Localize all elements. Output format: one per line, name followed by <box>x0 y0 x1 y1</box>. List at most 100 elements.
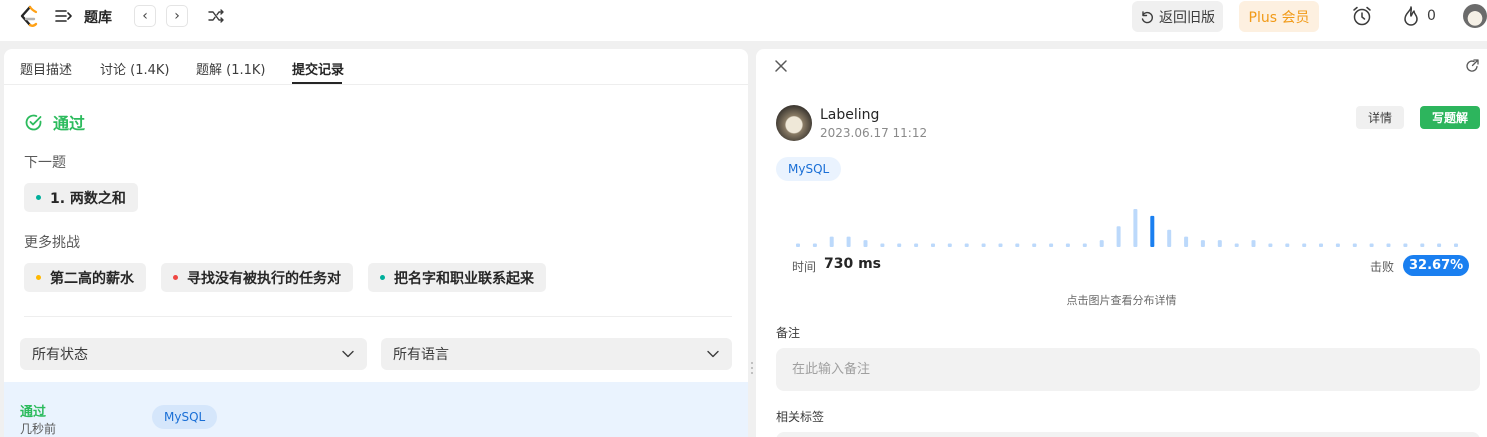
status-filter-value: 所有状态 <box>32 347 88 363</box>
language-filter-value: 所有语言 <box>393 347 449 363</box>
distribution-bar <box>1335 243 1340 247</box>
alarm-clock-icon[interactable] <box>1351 5 1373 27</box>
runtime-label: 时间 <box>792 260 817 274</box>
difficulty-dot <box>173 275 178 280</box>
chevron-down-icon <box>342 350 354 358</box>
right-panel: Labeling 2023.06.17 11:12 详情 写题解 MySQL 时… <box>756 49 1487 437</box>
problem-set-title[interactable]: 题库 <box>84 7 112 27</box>
distribution-bar <box>1437 243 1442 247</box>
distribution-bar <box>1032 243 1037 247</box>
distribution-bar <box>1234 243 1239 247</box>
distribution-bar <box>1251 240 1256 247</box>
tab-description[interactable]: 题目描述 <box>20 59 72 78</box>
panel-resize-handle[interactable] <box>750 360 754 376</box>
distribution-bar <box>1386 243 1391 247</box>
distribution-bar <box>1049 243 1054 247</box>
user-name[interactable]: Labeling <box>820 107 879 123</box>
distribution-bar <box>829 236 834 247</box>
chart-hint: 点击图片查看分布详情 <box>1066 294 1177 307</box>
distribution-bar <box>812 243 817 247</box>
next-problem-heading: 下一题 <box>24 155 66 171</box>
runtime-distribution-chart[interactable] <box>786 199 1466 251</box>
close-icon[interactable] <box>774 59 788 73</box>
difficulty-dot <box>36 195 41 200</box>
submission-status: 通过 <box>24 110 85 134</box>
distribution-bar <box>796 243 800 247</box>
row-language-badge: MySQL <box>152 405 218 429</box>
distribution-bar-current <box>1150 215 1155 247</box>
distribution-bar <box>1268 243 1273 247</box>
beats-percentage-badge: 32.67% <box>1403 255 1470 276</box>
more-challenges-heading: 更多挑战 <box>24 235 80 251</box>
distribution-bar <box>1133 209 1138 247</box>
plus-membership-button[interactable]: Plus 会员 <box>1239 1 1319 32</box>
chevron-down-icon <box>707 350 719 358</box>
open-external-icon[interactable] <box>1465 59 1479 73</box>
distribution-bar <box>846 236 851 247</box>
distribution-bar <box>1420 243 1425 247</box>
divider <box>24 316 732 317</box>
challenge-label: 把名字和职业联系起来 <box>394 270 534 287</box>
challenge-chip[interactable]: 寻找没有被执行的任务对 <box>161 263 353 292</box>
distribution-bar <box>1167 229 1172 247</box>
shuffle-icon[interactable] <box>207 7 225 25</box>
tab-bar: 题目描述 讨论 (1.4K) 题解 (1.1K) 提交记录 <box>4 49 748 85</box>
leetcode-logo-icon[interactable] <box>17 5 39 29</box>
distribution-bar <box>1015 243 1020 247</box>
challenge-chip[interactable]: 第二高的薪水 <box>24 263 146 292</box>
avatar[interactable] <box>1463 4 1487 28</box>
distribution-bar <box>931 243 935 247</box>
left-panel: 题目描述 讨论 (1.4K) 题解 (1.1K) 提交记录 通过 下一题 1. … <box>4 49 748 437</box>
undo-icon <box>1141 10 1153 23</box>
distribution-bar <box>998 243 1003 247</box>
runtime-value: 730 ms <box>824 256 882 272</box>
tab-solutions[interactable]: 题解 (1.1K) <box>196 59 265 78</box>
problem-list-icon[interactable] <box>55 9 73 23</box>
write-solution-button[interactable]: 写题解 <box>1420 106 1480 129</box>
row-time: 几秒前 <box>20 422 57 436</box>
submission-date: 2023.06.17 11:12 <box>820 126 928 140</box>
difficulty-dot <box>380 275 385 280</box>
distribution-bar <box>1099 240 1104 247</box>
next-problem-chip[interactable]: 1. 两数之和 <box>24 183 138 212</box>
old-version-label: 返回旧版 <box>1159 9 1215 26</box>
back-to-old-version-button[interactable]: 返回旧版 <box>1132 1 1223 32</box>
distribution-bar <box>1082 243 1087 247</box>
distribution-bar <box>1454 243 1458 247</box>
distribution-bar <box>947 243 952 247</box>
tab-discussion[interactable]: 讨论 (1.4K) <box>100 59 169 78</box>
details-button[interactable]: 详情 <box>1356 106 1404 129</box>
table-row[interactable]: 通过 几秒前 MySQL <box>4 382 748 437</box>
avatar[interactable] <box>776 105 812 141</box>
distribution-bar <box>1065 243 1070 247</box>
difficulty-dot <box>36 275 41 280</box>
tab-submissions[interactable]: 提交记录 <box>292 59 344 78</box>
streak-fire-icon[interactable] <box>1401 5 1421 27</box>
top-nav: 题库 ‹ › 返回旧版 Plus 会员 0 <box>0 0 1487 41</box>
related-tags-field[interactable] <box>776 432 1480 437</box>
distribution-bar <box>1369 243 1374 247</box>
distribution-bar <box>1200 240 1205 247</box>
distribution-bar <box>981 243 986 247</box>
distribution-bar <box>897 243 902 247</box>
note-input[interactable] <box>776 348 1480 391</box>
note-heading: 备注 <box>776 326 801 340</box>
next-problem-button[interactable]: › <box>166 5 188 27</box>
distribution-bar <box>1217 240 1222 247</box>
check-circle-icon <box>25 114 42 130</box>
distribution-bar <box>1319 243 1323 247</box>
distribution-bar <box>1116 226 1121 247</box>
challenge-label: 寻找没有被执行的任务对 <box>187 270 341 287</box>
related-tags-heading: 相关标签 <box>776 410 825 424</box>
language-filter-select[interactable]: 所有语言 <box>381 338 732 370</box>
status-label: 通过 <box>53 114 86 133</box>
challenge-chip[interactable]: 把名字和职业联系起来 <box>368 263 546 292</box>
prev-problem-button[interactable]: ‹ <box>134 5 156 27</box>
distribution-bar <box>1302 243 1307 247</box>
distribution-bar <box>863 240 868 247</box>
streak-count: 0 <box>1427 8 1436 24</box>
language-badge: MySQL <box>776 157 842 181</box>
distribution-bar <box>1285 243 1290 247</box>
status-filter-select[interactable]: 所有状态 <box>20 338 367 370</box>
beats-label: 击败 <box>1370 260 1395 274</box>
